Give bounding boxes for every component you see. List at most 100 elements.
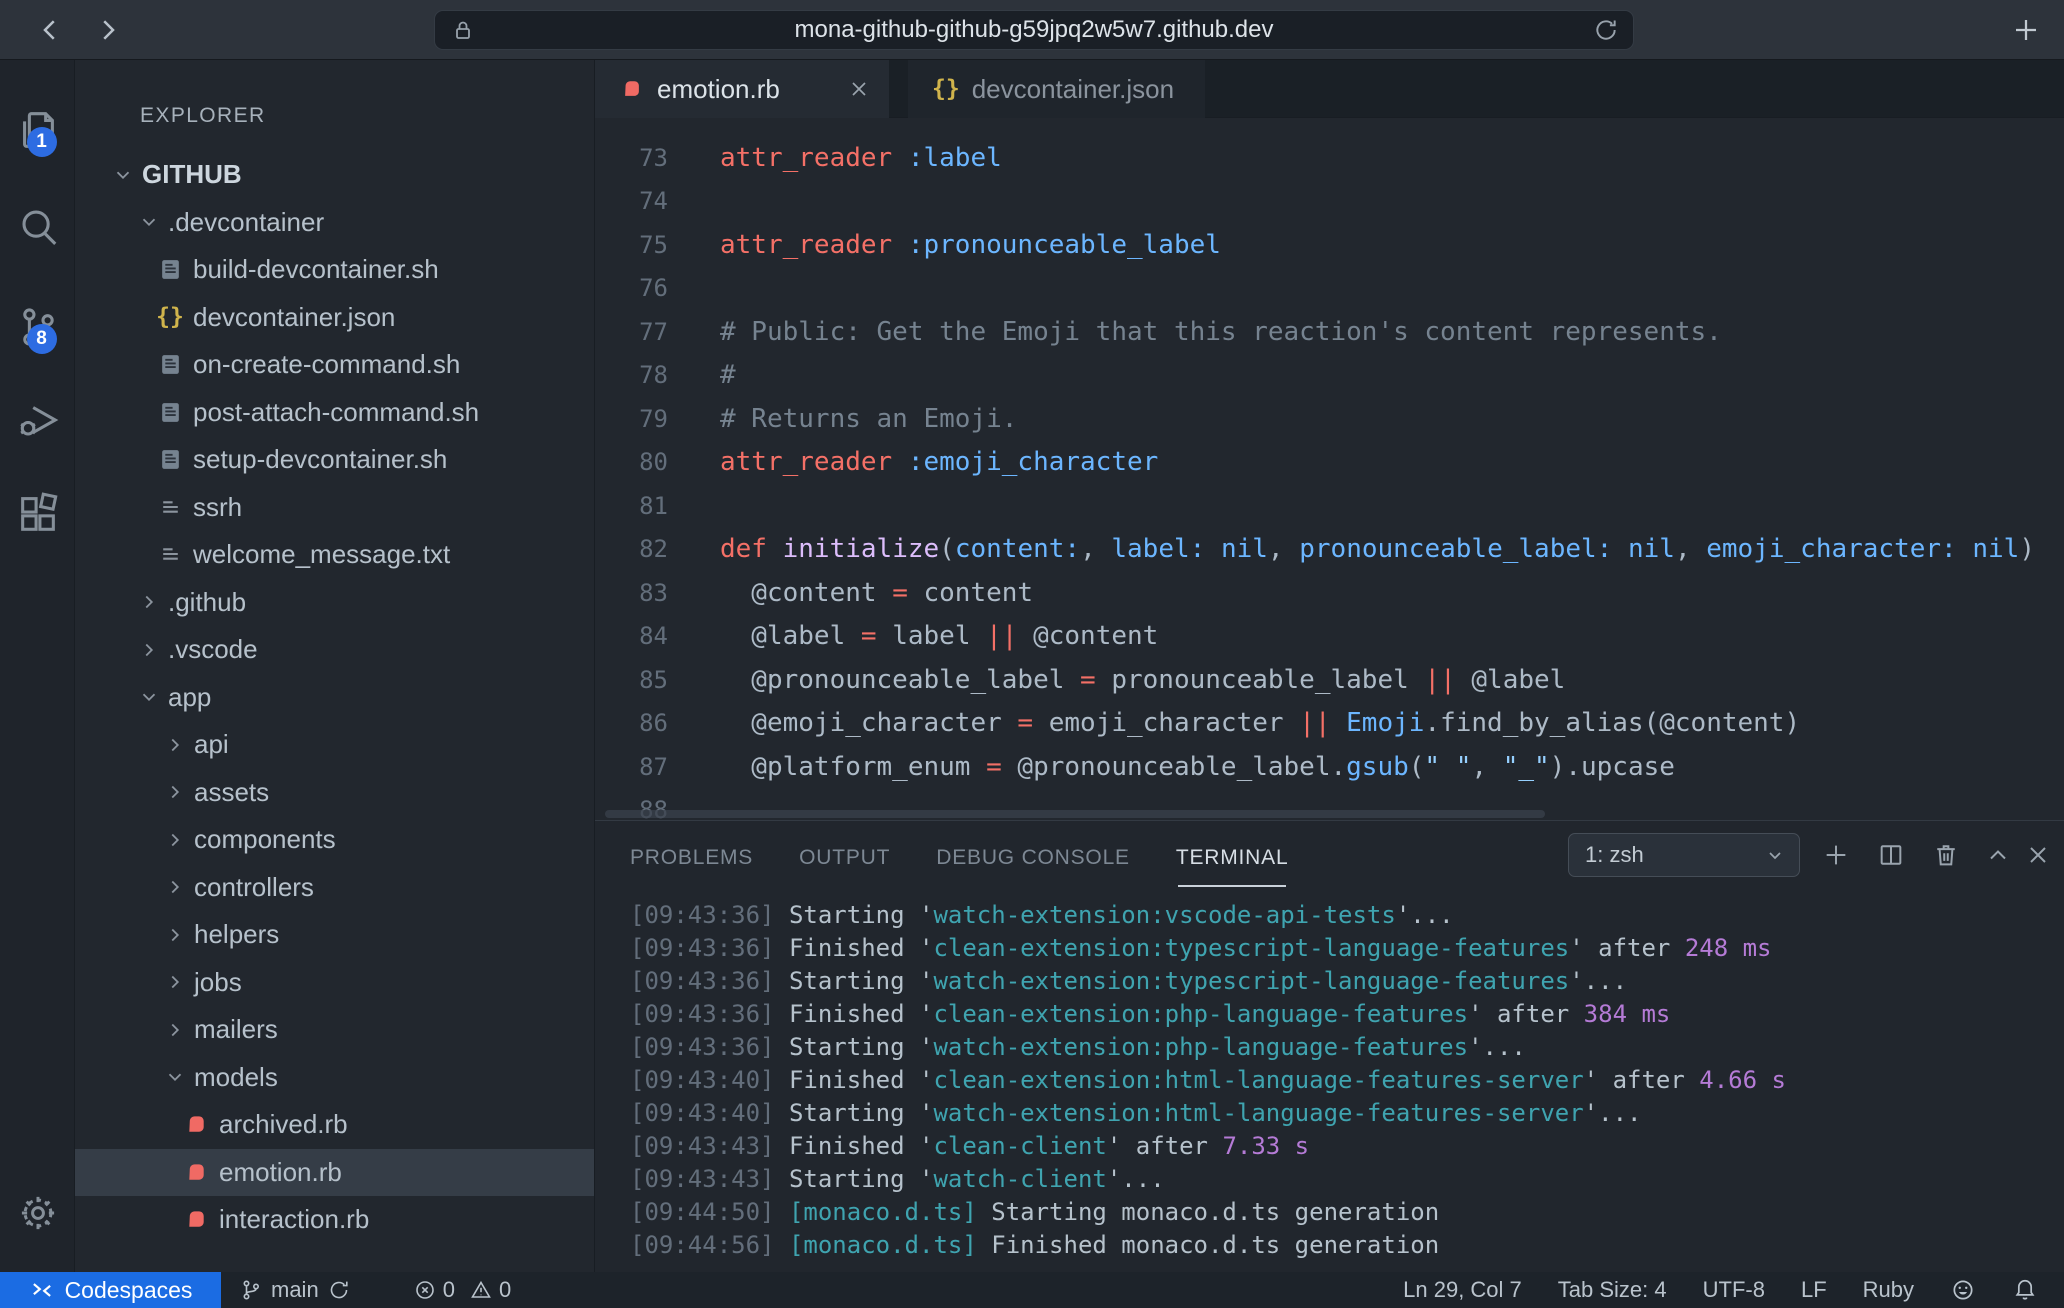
ruby-file-icon <box>183 1112 209 1138</box>
code-editor[interactable]: 73attr_reader :label7475attr_reader :pro… <box>595 118 2064 820</box>
sidebar-item-run-debug[interactable] <box>0 385 75 455</box>
browser-forward-button[interactable] <box>88 10 128 50</box>
tree-item-controllers[interactable]: controllers <box>75 864 595 912</box>
eol[interactable]: LF <box>1801 1277 1827 1303</box>
terminal-line: [09:44:56] [monaco.d.ts] Finished monaco… <box>630 1229 2050 1262</box>
code-line-74[interactable]: 74 <box>595 180 2064 224</box>
chevron-down-icon <box>138 686 160 708</box>
tree-item-emotion-rb[interactable]: emotion.rb <box>75 1149 595 1197</box>
code-line-75[interactable]: 75attr_reader :pronounceable_label <box>595 223 2064 267</box>
tree-item-interaction-rb[interactable]: interaction.rb <box>75 1196 595 1244</box>
sidebar-item-search[interactable] <box>0 192 75 262</box>
tree-item-on-create-command-sh[interactable]: on-create-command.sh <box>75 341 595 389</box>
code-line-87[interactable]: 87 @platform_enum = @pronounceable_label… <box>595 745 2064 789</box>
tree-item-app[interactable]: app <box>75 674 595 722</box>
branch-name: main <box>271 1277 319 1303</box>
code-line-84[interactable]: 84 @label = label || @content <box>595 615 2064 659</box>
tree-item--vscode[interactable]: .vscode <box>75 626 595 674</box>
code-line-81[interactable]: 81 <box>595 484 2064 528</box>
refresh-icon[interactable] <box>1593 17 1619 43</box>
code-line-80[interactable]: 80attr_reader :emoji_character <box>595 441 2064 485</box>
run-debug-icon <box>15 397 61 443</box>
terminal-output[interactable]: [09:43:36] Starting 'watch-extension:vsc… <box>630 899 2050 1273</box>
tree-item-api[interactable]: api <box>75 721 595 769</box>
split-terminal-button[interactable] <box>1872 836 1910 874</box>
line-number: 86 <box>595 709 668 737</box>
panel-tab-debug-console[interactable]: DEBUG CONSOLE <box>936 821 1130 895</box>
sidebar-item-source-control[interactable]: 8 <box>0 292 75 362</box>
line-number: 73 <box>595 144 668 172</box>
error-icon <box>413 1278 437 1302</box>
line-text: def initialize(content:, label: nil, pro… <box>668 534 2035 564</box>
tree-item-github[interactable]: GITHUB <box>75 151 595 199</box>
tab-size[interactable]: Tab Size: 4 <box>1558 1277 1667 1303</box>
sidebar-item-explorer[interactable]: 1 <box>0 95 75 165</box>
tree-item-label: archived.rb <box>219 1109 348 1140</box>
notifications-bell-icon[interactable] <box>2012 1277 2038 1303</box>
line-number: 78 <box>595 361 668 389</box>
tree-item-label: on-create-command.sh <box>193 349 460 380</box>
problems-indicator[interactable]: 0 0 <box>413 1277 512 1303</box>
tree-item-label: controllers <box>194 872 314 903</box>
tree-item-post-attach-command-sh[interactable]: post-attach-command.sh <box>75 389 595 437</box>
branch-indicator[interactable]: main <box>239 1277 351 1303</box>
code-line-79[interactable]: 79# Returns an Emoji. <box>595 397 2064 441</box>
close-panel-button[interactable] <box>2019 836 2057 874</box>
error-count: 0 <box>443 1277 455 1303</box>
code-line-73[interactable]: 73attr_reader :label <box>595 136 2064 180</box>
maximize-panel-button[interactable] <box>1979 836 2017 874</box>
explorer-badge: 1 <box>27 127 57 157</box>
tree-item-jobs[interactable]: jobs <box>75 959 595 1007</box>
tree-item-helpers[interactable]: helpers <box>75 911 595 959</box>
cursor-position[interactable]: Ln 29, Col 7 <box>1403 1277 1522 1303</box>
sidebar-item-extensions[interactable] <box>0 478 75 548</box>
tree-item--devcontainer[interactable]: .devcontainer <box>75 199 595 247</box>
tree-item-devcontainer-json[interactable]: {}devcontainer.json <box>75 294 595 342</box>
tree-item-assets[interactable]: assets <box>75 769 595 817</box>
address-bar[interactable]: mona-github-github-g59jpq2w5w7.github.de… <box>434 10 1634 50</box>
panel-tab-problems[interactable]: PROBLEMS <box>630 821 753 895</box>
line-number: 83 <box>595 579 668 607</box>
code-line-83[interactable]: 83 @content = content <box>595 571 2064 615</box>
chevron-right-icon <box>138 639 160 661</box>
manage-gear-button[interactable] <box>0 1178 75 1248</box>
tree-item-mailers[interactable]: mailers <box>75 1006 595 1054</box>
line-number: 81 <box>595 492 668 520</box>
code-line-82[interactable]: 82def initialize(content:, label: nil, p… <box>595 528 2064 572</box>
line-number: 87 <box>595 753 668 781</box>
chevron-right-icon <box>164 971 186 993</box>
encoding[interactable]: UTF-8 <box>1703 1277 1765 1303</box>
new-terminal-button[interactable] <box>1817 836 1855 874</box>
horizontal-scrollbar[interactable] <box>605 810 1545 818</box>
terminal-select[interactable]: 1: zsh <box>1568 833 1800 877</box>
new-tab-button[interactable] <box>2006 10 2046 50</box>
feedback-smiley-icon[interactable] <box>1950 1277 1976 1303</box>
close-icon[interactable] <box>847 77 871 101</box>
kill-terminal-button[interactable] <box>1927 836 1965 874</box>
browser-back-button[interactable] <box>30 10 70 50</box>
panel-tab-terminal[interactable]: TERMINAL <box>1176 821 1289 895</box>
code-line-76[interactable]: 76 <box>595 267 2064 311</box>
tab-devcontainer-json[interactable]: {} devcontainer.json <box>908 60 1205 118</box>
language-mode[interactable]: Ruby <box>1863 1277 1914 1303</box>
tree-item-components[interactable]: components <box>75 816 595 864</box>
tab-emotion-rb[interactable]: emotion.rb <box>595 60 889 118</box>
tree-item-label: .vscode <box>168 634 258 665</box>
code-line-78[interactable]: 78# <box>595 354 2064 398</box>
panel-tab-output[interactable]: OUTPUT <box>799 821 890 895</box>
codespaces-remote-button[interactable]: Codespaces <box>0 1272 221 1308</box>
tree-item-label: devcontainer.json <box>193 302 395 333</box>
ruby-file-icon <box>621 78 643 100</box>
line-number: 75 <box>595 231 668 259</box>
tree-item-setup-devcontainer-sh[interactable]: setup-devcontainer.sh <box>75 436 595 484</box>
code-line-85[interactable]: 85 @pronounceable_label = pronounceable_… <box>595 658 2064 702</box>
tree-item--github[interactable]: .github <box>75 579 595 627</box>
tree-item-archived-rb[interactable]: archived.rb <box>75 1101 595 1149</box>
code-line-86[interactable]: 86 @emoji_character = emoji_character ||… <box>595 702 2064 746</box>
tree-item-ssrh[interactable]: ssrh <box>75 484 595 532</box>
tree-item-models[interactable]: models <box>75 1054 595 1102</box>
code-line-77[interactable]: 77# Public: Get the Emoji that this reac… <box>595 310 2064 354</box>
tree-item-welcome-message-txt[interactable]: welcome_message.txt <box>75 531 595 579</box>
line-number: 77 <box>595 318 668 346</box>
tree-item-build-devcontainer-sh[interactable]: build-devcontainer.sh <box>75 246 595 294</box>
